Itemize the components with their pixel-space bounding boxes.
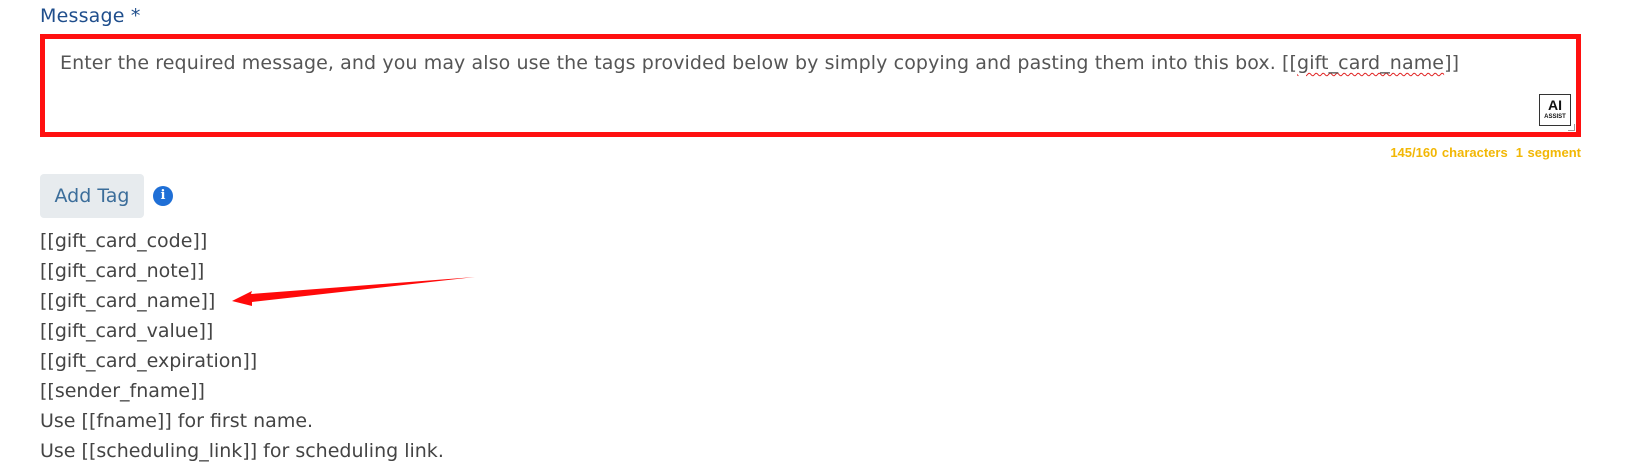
info-icon[interactable]: i bbox=[153, 186, 173, 206]
ai-assist-caption: ASSIST bbox=[1544, 114, 1566, 120]
add-tag-button[interactable]: Add Tag bbox=[40, 174, 144, 218]
tag-item-sender-fname: [[sender_fname]] bbox=[40, 380, 205, 402]
tag-item-gift-card-note: [[gift_card_note]] bbox=[40, 260, 205, 282]
hint-scheduling-link: Use [[scheduling_link]] for scheduling l… bbox=[40, 440, 444, 462]
tag-item-gift-card-expiration: [[gift_card_expiration]] bbox=[40, 350, 258, 372]
message-text-end: ]] bbox=[1444, 52, 1460, 74]
segment-count: 1 segment bbox=[1515, 145, 1581, 160]
resize-handle-icon[interactable] bbox=[1568, 124, 1575, 131]
character-counter: 145/160 characters 1 segment bbox=[1390, 145, 1581, 160]
ai-assist-button[interactable]: AI ASSIST bbox=[1539, 94, 1571, 126]
misspelled-tag: gift_card_name bbox=[1297, 52, 1445, 74]
tag-item-gift-card-value: [[gift_card_value]] bbox=[40, 320, 214, 342]
char-count: 145/160 characters bbox=[1390, 145, 1508, 160]
message-text-main: Enter the required message, and you may … bbox=[60, 52, 1298, 74]
message-text[interactable]: Enter the required message, and you may … bbox=[60, 52, 1516, 74]
tag-item-gift-card-code: [[gift_card_code]] bbox=[40, 230, 208, 252]
tag-list: [[gift_card_code]] [[gift_card_note]] [[… bbox=[40, 226, 444, 466]
tag-item-gift-card-name: [[gift_card_name]] bbox=[40, 290, 216, 312]
message-label: Message * bbox=[40, 5, 141, 27]
message-textarea[interactable]: Enter the required message, and you may … bbox=[40, 34, 1581, 137]
hint-fname: Use [[fname]] for first name. bbox=[40, 410, 314, 432]
ai-assist-icon-text: AI bbox=[1548, 97, 1562, 113]
